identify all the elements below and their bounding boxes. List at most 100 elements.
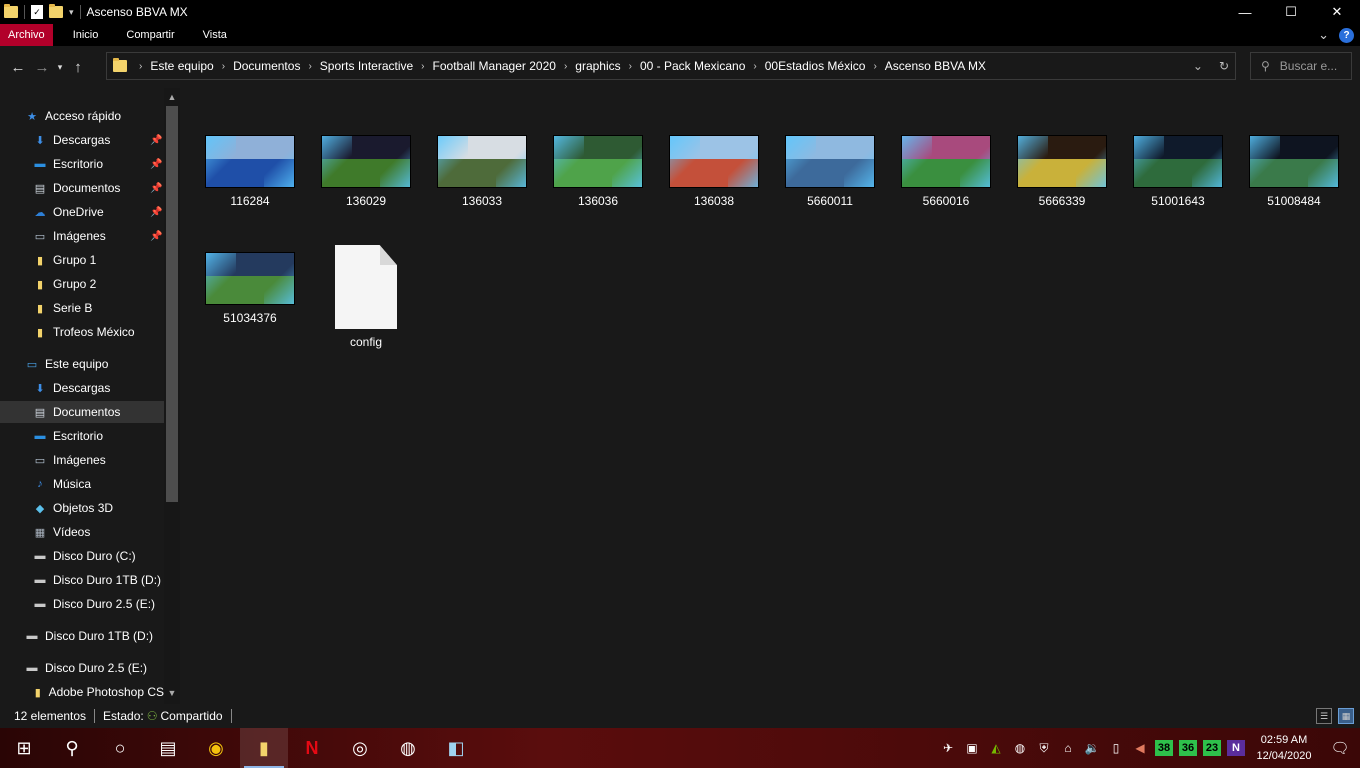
customize-toolbar-chevron-icon[interactable]: ▾ bbox=[69, 7, 74, 18]
network-icon[interactable]: ⌂ bbox=[1056, 728, 1080, 768]
nav-scrollbar[interactable]: ▲ ▼ bbox=[164, 88, 180, 704]
address-bar[interactable]: › Este equipo › Documentos › Sports Interacti… bbox=[106, 52, 1236, 80]
sidebar-item[interactable]: ▬ Disco Duro 1TB (D:) bbox=[0, 625, 164, 647]
steam-tray-icon[interactable]: ◍ bbox=[1008, 728, 1032, 768]
breadcrumb-separator-icon[interactable]: › bbox=[564, 61, 567, 72]
file-item[interactable]: 116284 bbox=[200, 132, 300, 232]
sidebar-item[interactable]: ◆ Objetos 3D bbox=[0, 497, 164, 519]
breadcrumb-item[interactable]: Ascenso BBVA MX bbox=[885, 59, 986, 73]
scroll-up-icon[interactable]: ▲ bbox=[166, 92, 178, 102]
help-icon[interactable]: ? bbox=[1339, 27, 1354, 43]
usb-icon[interactable]: ▯ bbox=[1104, 728, 1128, 768]
maximize-button[interactable]: ☐ bbox=[1268, 0, 1314, 24]
sidebar-item[interactable]: ▬ Disco Duro 2.5 (E:) bbox=[0, 657, 164, 679]
nvidia-icon[interactable]: ◭ bbox=[984, 728, 1008, 768]
cortana-icon[interactable]: ○ bbox=[96, 728, 144, 768]
clock[interactable]: 02:59 AM 12/04/2020 bbox=[1248, 732, 1320, 764]
sidebar-item[interactable]: ▮ Adobe Photoshop CS bbox=[0, 681, 164, 703]
sidebar-item[interactable]: ▬ Disco Duro 1TB (D:) bbox=[0, 569, 164, 591]
file-item[interactable]: 5666339 bbox=[1012, 132, 1112, 232]
file-item[interactable]: config bbox=[316, 245, 416, 349]
sidebar-item[interactable]: ⬇ Descargas 📌 bbox=[0, 129, 164, 151]
speaker-muted-icon[interactable]: ◀ bbox=[1128, 728, 1152, 768]
sidebar-item[interactable]: ▮ Serie B bbox=[0, 297, 164, 319]
chrome-icon[interactable]: ◉ bbox=[192, 728, 240, 768]
breadcrumb-separator-icon[interactable]: › bbox=[139, 61, 142, 72]
sidebar-item[interactable]: ▮ Grupo 2 bbox=[0, 273, 164, 295]
scroll-thumb[interactable] bbox=[166, 106, 178, 502]
file-item[interactable]: 51008484 bbox=[1244, 132, 1344, 232]
sidebar-item[interactable]: ▭ Este equipo bbox=[0, 353, 164, 375]
expand-ribbon-chevron-icon[interactable]: ⌄ bbox=[1318, 27, 1329, 43]
sidebar-item[interactable]: ▭ Imágenes bbox=[0, 449, 164, 471]
file-item[interactable]: 5660011 bbox=[780, 132, 880, 232]
volume-icon[interactable]: 🔉 bbox=[1080, 728, 1104, 768]
close-button[interactable]: ✕ bbox=[1314, 0, 1360, 24]
minimize-button[interactable]: — bbox=[1222, 0, 1268, 24]
tab-archivo[interactable]: Archivo bbox=[0, 24, 53, 46]
up-button[interactable]: ↑ bbox=[66, 55, 90, 79]
breadcrumb-item[interactable]: Football Manager 2020 bbox=[433, 59, 556, 73]
recent-locations-chevron-icon[interactable]: ▾ bbox=[54, 55, 66, 79]
sidebar-item[interactable]: ▤ Documentos 📌 bbox=[0, 177, 164, 199]
sidebar-item[interactable]: ▬ Escritorio bbox=[0, 425, 164, 447]
temp-badge[interactable]: 38 bbox=[1155, 740, 1173, 756]
tab-vista[interactable]: Vista bbox=[189, 24, 241, 46]
tab-compartir[interactable]: Compartir bbox=[112, 24, 188, 46]
search-icon[interactable]: ⚲ bbox=[48, 728, 96, 768]
large-icons-view-icon[interactable]: ▦ bbox=[1338, 708, 1354, 724]
breadcrumb-item[interactable]: Documentos bbox=[233, 59, 300, 73]
sidebar-item[interactable]: ▬ Disco Duro (C:) bbox=[0, 545, 164, 567]
tab-inicio[interactable]: Inicio bbox=[59, 24, 113, 46]
task-view-icon[interactable]: ▤ bbox=[144, 728, 192, 768]
breadcrumb-item[interactable]: 00Estadios México bbox=[765, 59, 866, 73]
notifications-icon[interactable]: 🗨 bbox=[1320, 739, 1360, 757]
address-history-chevron-icon[interactable]: ⌄ bbox=[1193, 59, 1203, 73]
breadcrumb-item[interactable]: graphics bbox=[575, 59, 620, 73]
sidebar-item[interactable]: ▮ Trofeos México bbox=[0, 321, 164, 343]
search-box[interactable]: ⚲ Buscar e... bbox=[1250, 52, 1352, 80]
airplane-icon[interactable]: ✈ bbox=[936, 728, 960, 768]
sidebar-item[interactable]: ▮ Grupo 1 bbox=[0, 249, 164, 271]
sidebar-item[interactable]: ♪ Música bbox=[0, 473, 164, 495]
scroll-down-icon[interactable]: ▼ bbox=[166, 688, 178, 698]
sidebar-item[interactable]: ▦ Vídeos bbox=[0, 521, 164, 543]
onenote-icon[interactable]: N bbox=[1227, 740, 1245, 756]
file-item[interactable]: 5660016 bbox=[896, 132, 996, 232]
details-view-icon[interactable]: ☰ bbox=[1316, 708, 1332, 724]
breadcrumb-separator-icon[interactable]: › bbox=[222, 61, 225, 72]
file-item[interactable]: 136036 bbox=[548, 132, 648, 232]
shield-icon[interactable]: ⛨ bbox=[1032, 728, 1056, 768]
breadcrumb-item[interactable]: Este equipo bbox=[150, 59, 213, 73]
breadcrumb-separator-icon[interactable]: › bbox=[629, 61, 632, 72]
refresh-icon[interactable]: ↻ bbox=[1219, 59, 1229, 73]
breadcrumb-separator-icon[interactable]: › bbox=[873, 61, 876, 72]
breadcrumb-item[interactable]: 00 - Pack Mexicano bbox=[640, 59, 745, 73]
netflix-icon[interactable]: N bbox=[288, 728, 336, 768]
breadcrumb-separator-icon[interactable]: › bbox=[421, 61, 424, 72]
back-button[interactable]: ← bbox=[6, 55, 30, 79]
steam-icon[interactable]: ◍ bbox=[384, 728, 432, 768]
sidebar-item[interactable]: ⬇ Descargas bbox=[0, 377, 164, 399]
sidebar-item[interactable]: ▬ Disco Duro 2.5 (E:) bbox=[0, 593, 164, 615]
sidebar-item[interactable]: ▤ Documentos bbox=[0, 401, 164, 423]
temp-badge[interactable]: 36 bbox=[1179, 740, 1197, 756]
app-icon[interactable]: ◧ bbox=[432, 728, 480, 768]
sidebar-item[interactable]: ★ Acceso rápido bbox=[0, 105, 164, 127]
temp-badge[interactable]: 23 bbox=[1203, 740, 1221, 756]
file-item[interactable]: 51034376 bbox=[200, 249, 300, 349]
file-item[interactable]: 136029 bbox=[316, 132, 416, 232]
sidebar-item[interactable]: ▬ Escritorio 📌 bbox=[0, 153, 164, 175]
obs-icon[interactable]: ◎ bbox=[336, 728, 384, 768]
breadcrumb-separator-icon[interactable]: › bbox=[308, 61, 311, 72]
file-item[interactable]: 51001643 bbox=[1128, 132, 1228, 232]
sidebar-item[interactable]: ▭ Imágenes 📌 bbox=[0, 225, 164, 247]
new-folder-icon[interactable] bbox=[49, 4, 63, 18]
windows-start-icon[interactable]: ⊞ bbox=[0, 728, 48, 768]
file-explorer-icon[interactable]: ▮ bbox=[240, 728, 288, 768]
file-item[interactable]: 136033 bbox=[432, 132, 532, 232]
forward-button[interactable]: → bbox=[30, 55, 54, 79]
sidebar-item[interactable]: ☁ OneDrive 📌 bbox=[0, 201, 164, 223]
breadcrumb-item[interactable]: Sports Interactive bbox=[320, 59, 413, 73]
file-item[interactable]: 136038 bbox=[664, 132, 764, 232]
